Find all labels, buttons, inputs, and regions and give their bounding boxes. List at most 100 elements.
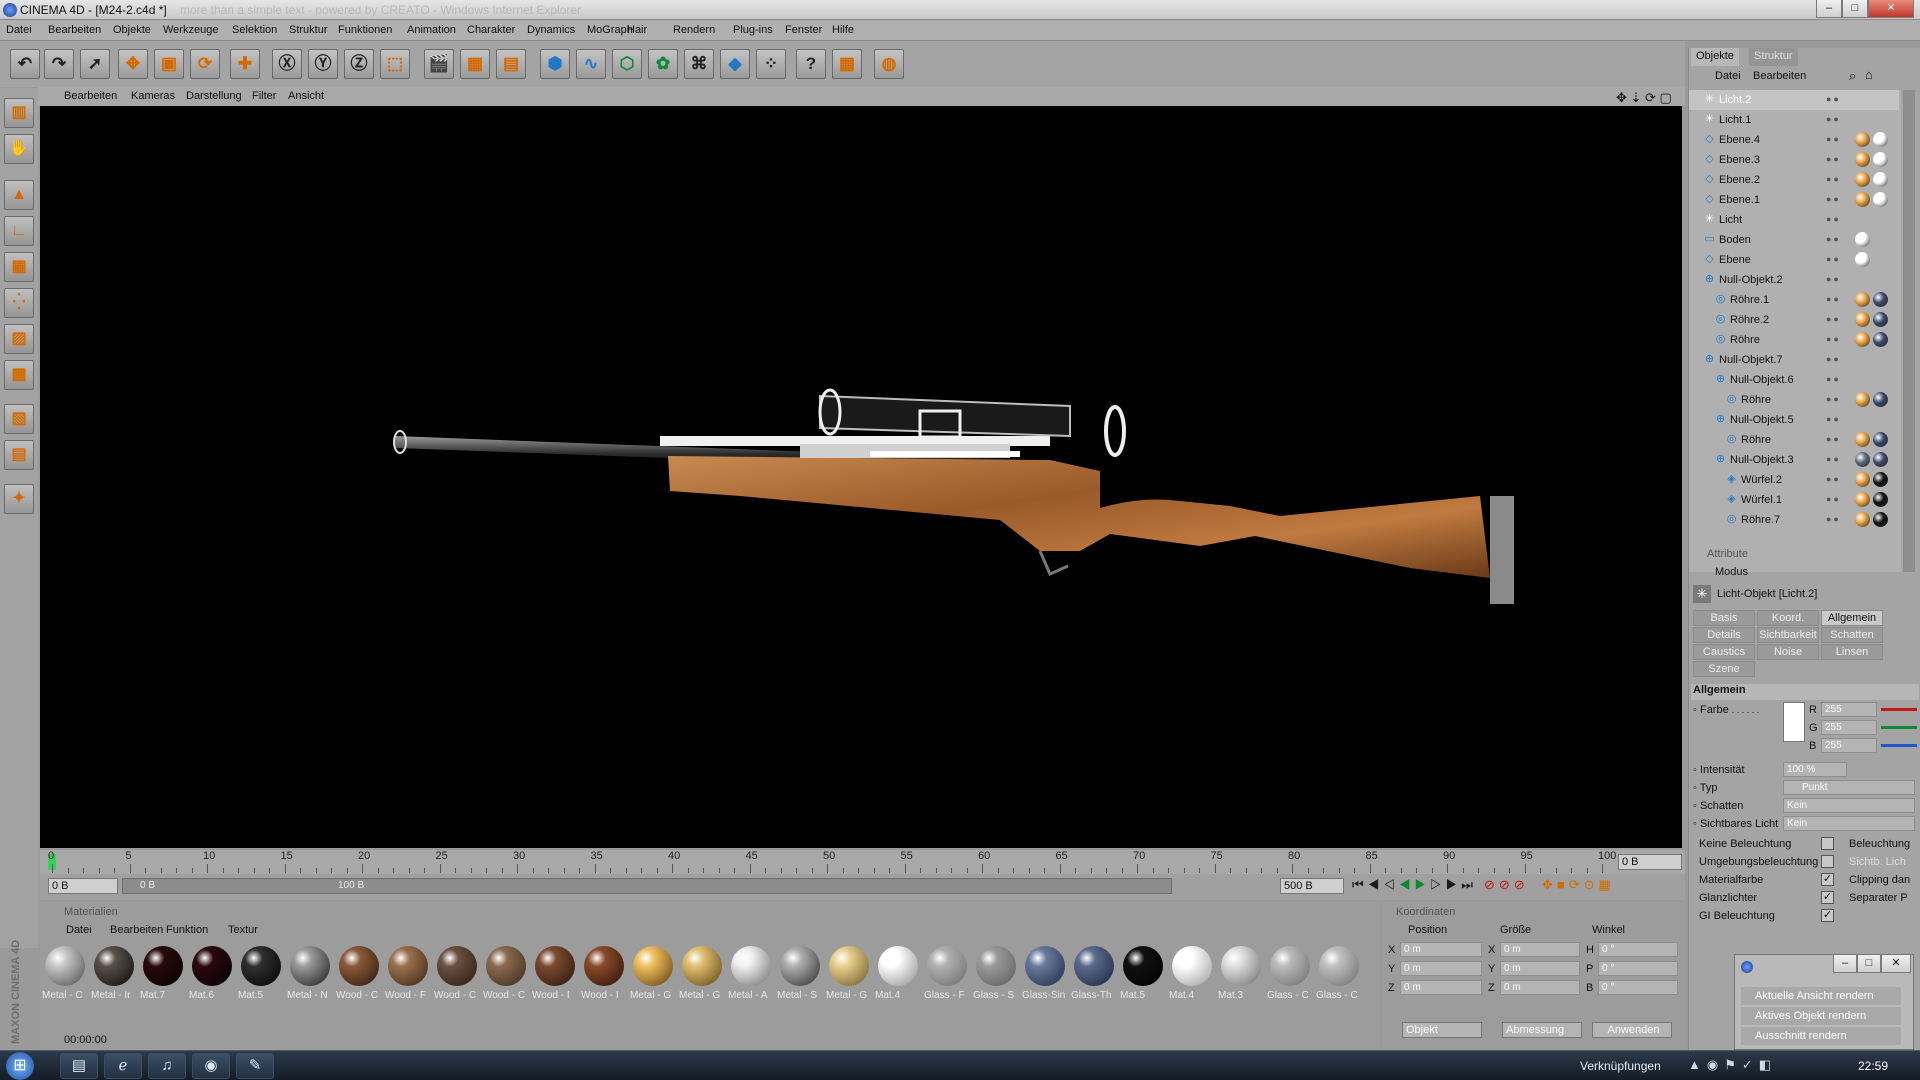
material-swatch[interactable]: Metal - N [287,944,333,1004]
material-swatch[interactable]: Wood - I [581,944,627,1004]
render-popup-maximize[interactable]: □ [1857,955,1881,973]
object-row[interactable]: ◎ Röhre.7 ●● [1689,510,1899,530]
array-icon[interactable]: ✿ [648,49,678,79]
record-keys-icons[interactable]: ⊘⊘⊘ [1484,877,1529,893]
menu-animation[interactable]: Animation [407,24,456,36]
particle-icon[interactable]: ⁘ [756,49,786,79]
spline-icon[interactable]: ∿ [576,49,606,79]
material-tag[interactable] [1873,172,1888,187]
material-swatch[interactable]: Mat.3 [1218,944,1264,1004]
tab-objects[interactable]: Objekte [1691,48,1739,66]
objects-search-icon[interactable]: ⌕ [1849,68,1856,84]
visibility-dots[interactable]: ●● [1826,454,1841,464]
y-axis-icon[interactable]: Ⓨ [308,49,338,79]
apply-button[interactable]: Anwenden [1592,1022,1672,1038]
material-tag[interactable] [1855,492,1870,507]
material-swatch[interactable]: Metal - S [777,944,823,1004]
object-row[interactable]: ✳ Licht ●● [1689,210,1899,230]
shadow-select[interactable]: Kein [1783,798,1915,813]
material-tag[interactable] [1855,152,1870,167]
material-swatch[interactable]: Glass - S [973,944,1019,1004]
render-settings-icon[interactable]: ▤ [496,49,526,79]
type-select[interactable]: Punkt [1783,780,1915,795]
r-slider[interactable] [1881,708,1917,711]
material-swatch[interactable]: Mat.4 [875,944,921,1004]
material-tag[interactable] [1873,452,1888,467]
object-row[interactable]: ⊕ Null-Objekt.2 ●● [1689,270,1899,290]
polygons-mode-icon[interactable]: ▩ [4,360,34,390]
object-row[interactable]: ⊕ Null-Objekt.7 ●● [1689,350,1899,370]
material-swatch[interactable]: Metal - C [42,944,88,1004]
material-swatch[interactable]: Wood - C [434,944,480,1004]
material-tag[interactable] [1873,432,1888,447]
render-picture-viewer-icon[interactable]: ▦ [460,49,490,79]
object-row[interactable]: ◈ Würfel.2 ●● [1689,470,1899,490]
menu-selektion[interactable]: Selektion [232,24,277,36]
cube-primitive-icon[interactable]: ⬢ [540,49,570,79]
menu-dynamics[interactable]: Dynamics [527,24,575,36]
visibility-dots[interactable]: ●● [1826,514,1841,524]
material-swatch[interactable]: Mat.7 [140,944,186,1004]
visibility-dots[interactable]: ●● [1826,194,1841,204]
menu-werkzeuge[interactable]: Werkzeuge [163,24,218,36]
menu-struktur[interactable]: Struktur [289,24,328,36]
playback-controls[interactable]: ⏮◀◁◀▶▷▶⏭ [1352,877,1477,893]
world-coordinates-icon[interactable]: ⬚ [380,49,410,79]
material-swatch[interactable]: Glass - F [924,944,970,1004]
object-row[interactable]: ⊕ Null-Objekt.3 ●● [1689,450,1899,470]
color-swatch[interactable] [1783,702,1805,742]
help-icon[interactable]: ? [796,49,826,79]
viewport-menu-bearbeiten[interactable]: Bearbeiten [64,90,117,102]
material-tag[interactable] [1873,312,1888,327]
material-tag[interactable] [1855,512,1870,527]
b-slider[interactable] [1881,744,1917,747]
scene-table-icon[interactable]: ▦ [832,49,862,79]
end-frame-field[interactable]: 500 B [1280,878,1344,894]
layout-icon[interactable]: ▥ [4,98,34,128]
object-row[interactable]: ◇ Ebene ●● [1689,250,1899,270]
paint-icon[interactable]: ✦ [4,484,34,514]
tool-icon[interactable]: ✎ [236,1053,274,1079]
edges-mode-icon[interactable]: ▨ [4,324,34,354]
visibility-dots[interactable]: ●● [1826,434,1841,444]
object-row[interactable]: ◇ Ebene.1 ●● [1689,190,1899,210]
viewport-3d[interactable] [40,106,1682,848]
checkbox[interactable] [1821,855,1834,868]
media-icon[interactable]: ♫ [148,1053,186,1079]
material-swatch[interactable]: Mat.5 [238,944,284,1004]
visibility-dots[interactable]: ●● [1826,414,1841,424]
object-row[interactable]: ⊕ Null-Objekt.5 ●● [1689,410,1899,430]
visibility-dots[interactable]: ●● [1826,134,1841,144]
material-swatch[interactable]: Glass - C [1267,944,1313,1004]
menu-objekte[interactable]: Objekte [113,24,151,36]
materials-menu-bearbeiten[interactable]: Bearbeiten [110,924,163,936]
deformer-icon[interactable]: ⌘ [684,49,714,79]
visibility-dots[interactable]: ●● [1826,174,1841,184]
objects-menu-edit[interactable]: Bearbeiten [1753,70,1806,82]
object-row[interactable]: ✳ Licht.2 ●● [1689,90,1899,110]
attr-tab-caustics[interactable]: Caustics [1693,644,1755,660]
visibility-dots[interactable]: ●● [1826,494,1841,504]
angle-field[interactable]: 0 ° [1598,942,1678,957]
material-tag[interactable] [1855,292,1870,307]
object-row[interactable]: ◎ Röhre ●● [1689,330,1899,350]
material-swatch[interactable]: Mat.6 [189,944,235,1004]
viewport-menu-darstellung[interactable]: Darstellung [186,90,242,102]
minimize-button[interactable]: – [1816,0,1842,18]
material-tag[interactable] [1873,472,1888,487]
material-swatch[interactable]: Metal - Ir [91,944,137,1004]
material-tag[interactable] [1855,472,1870,487]
position-field[interactable]: 0 m [1400,980,1482,995]
menu-rendern[interactable]: Rendern [673,24,715,36]
object-row[interactable]: ◇ Ebene.2 ●● [1689,170,1899,190]
viewport-menu-kameras[interactable]: Kameras [131,90,175,102]
objects-home-icon[interactable]: ⌂ [1865,67,1873,82]
material-swatch[interactable]: Mat.4 [1169,944,1215,1004]
attr-tab-linsen[interactable]: Linsen [1821,644,1883,660]
render-menu-item[interactable]: Aktuelle Ansicht rendern [1741,987,1901,1005]
render-popup-close[interactable]: ✕ [1881,955,1911,973]
maximize-button[interactable]: □ [1842,0,1868,18]
material-swatch[interactable]: Metal - G [826,944,872,1004]
angle-field[interactable]: 0 ° [1598,961,1678,976]
objects-menu-file[interactable]: Datei [1715,70,1741,82]
